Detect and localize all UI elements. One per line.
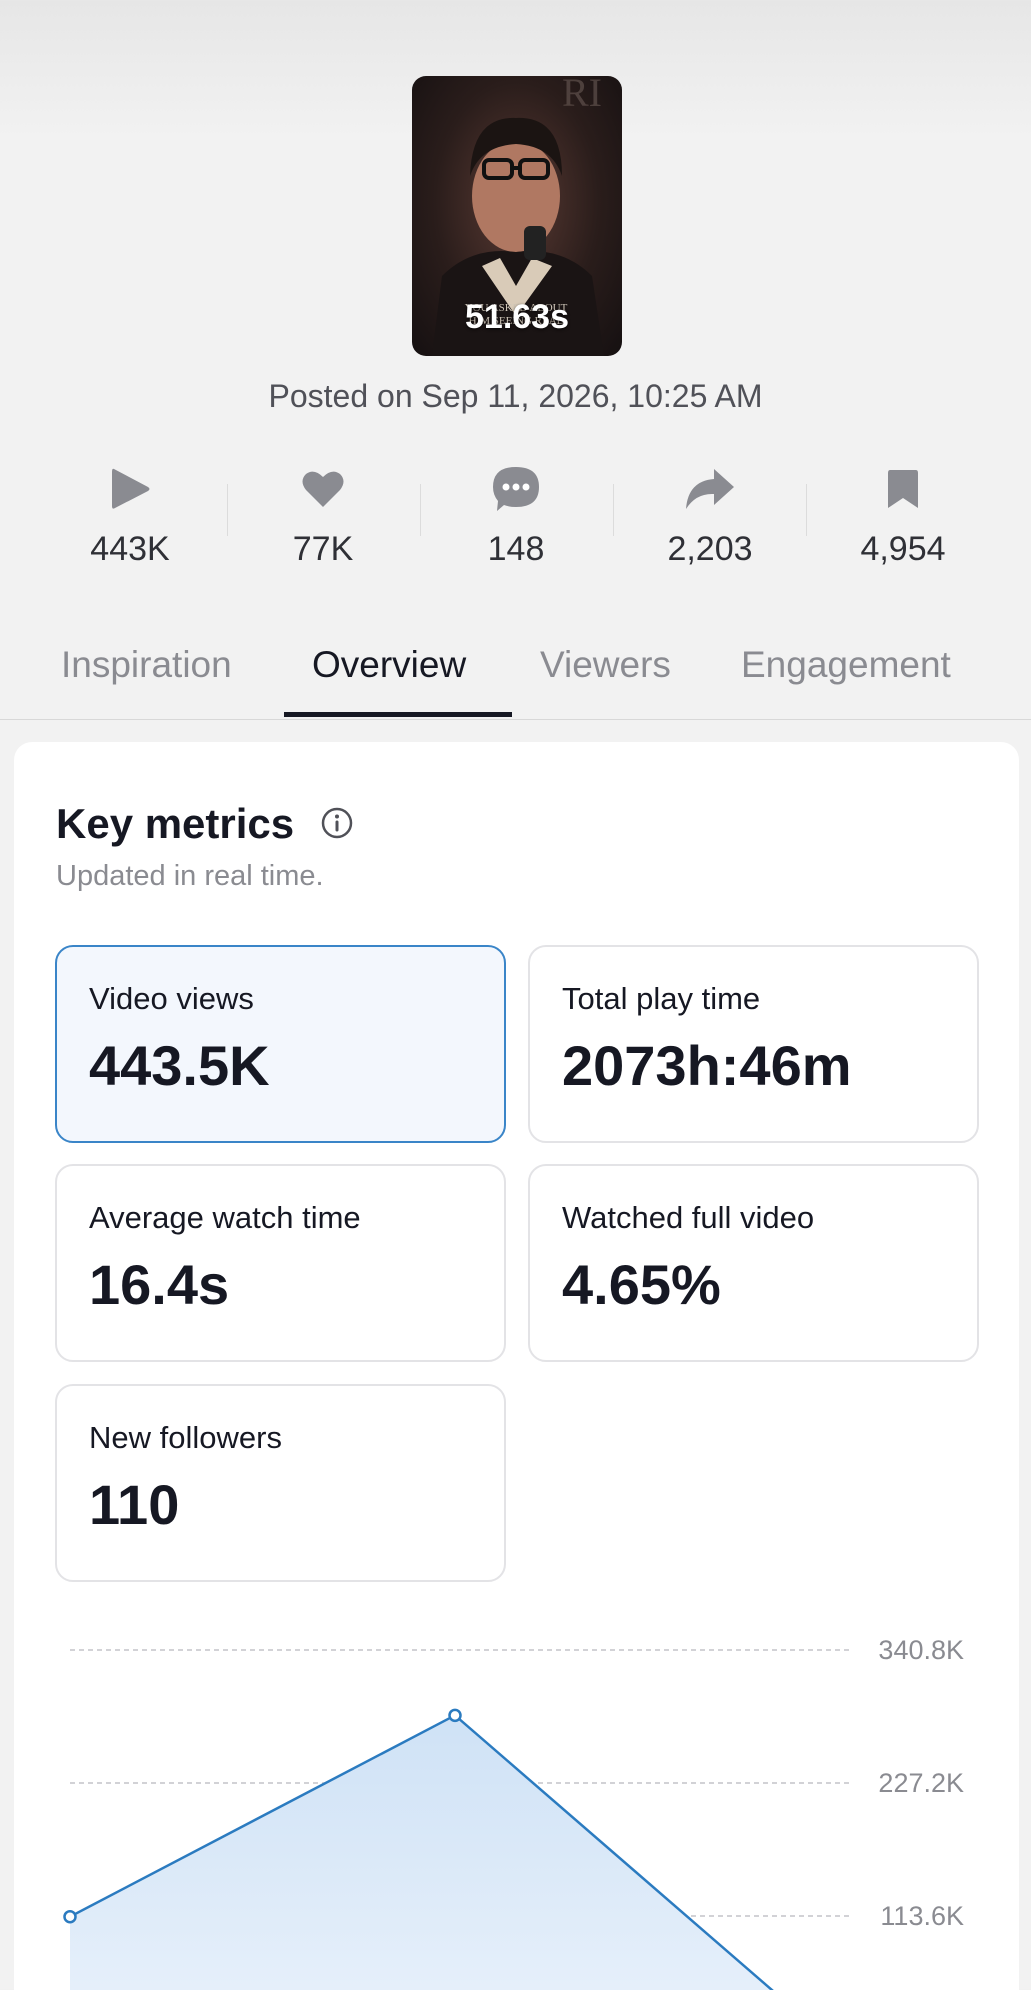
metric-value: 110 xyxy=(89,1473,180,1536)
tab-overview[interactable]: Overview xyxy=(312,644,466,686)
metric-label: New followers xyxy=(89,1420,282,1455)
y-tick-label: 340.8K xyxy=(878,1635,964,1665)
likes-count: 77K xyxy=(292,530,354,568)
heart-icon xyxy=(226,456,420,522)
metric-label: Watched full video xyxy=(562,1200,815,1235)
section-title: Key metrics xyxy=(56,800,295,847)
comments-count: 148 xyxy=(487,530,545,568)
divider xyxy=(0,719,1031,720)
tab-viewers[interactable]: Viewers xyxy=(540,644,671,686)
metric-value: 443.5K xyxy=(89,1034,270,1097)
stat-views: 443K xyxy=(33,456,227,569)
shares-count: 2,203 xyxy=(667,530,753,568)
saves-count: 4,954 xyxy=(860,530,946,568)
tab-engagement[interactable]: Engagement xyxy=(741,644,951,686)
data-point[interactable] xyxy=(448,1708,462,1723)
svg-text:RI: RI xyxy=(562,76,602,115)
stat-shares: 2,203 xyxy=(613,456,807,569)
views-chart: 340.8K 227.2K 113.6K xyxy=(0,1620,1031,1990)
metric-label: Total play time xyxy=(562,981,761,1016)
comment-icon xyxy=(419,456,613,522)
metric-card-average-watch-time[interactable]: Average watch time 16.4s xyxy=(55,1164,506,1362)
metric-value: 2073h:46m xyxy=(562,1034,852,1097)
stat-likes: 77K xyxy=(226,456,420,569)
share-icon xyxy=(613,456,807,522)
chart-canvas: 340.8K 227.2K 113.6K xyxy=(63,1635,964,1990)
play-icon xyxy=(33,456,227,522)
metric-value: 16.4s xyxy=(89,1253,230,1316)
metric-value: 4.65% xyxy=(562,1253,721,1316)
posted-date: Posted on Sep 11, 2026, 10:25 AM xyxy=(268,378,763,414)
metric-card-total-play-time[interactable]: Total play time 2073h:46m xyxy=(528,945,979,1143)
y-tick-label: 227.2K xyxy=(878,1768,964,1798)
stat-saves: 4,954 xyxy=(806,456,1000,569)
active-tab-indicator xyxy=(284,712,512,717)
stats-row: 443K 77K 148 2,203 4,954 xyxy=(0,456,1031,586)
section-subtitle: Updated in real time. xyxy=(56,860,324,892)
bookmark-icon xyxy=(806,456,1000,522)
data-point[interactable] xyxy=(63,1909,77,1924)
metric-label: Average watch time xyxy=(89,1200,361,1235)
video-duration: 51.63s xyxy=(465,298,569,336)
info-icon[interactable] xyxy=(320,806,354,845)
metric-card-watched-full-video[interactable]: Watched full video 4.65% xyxy=(528,1164,979,1362)
tab-bar: Inspiration Overview Viewers Engagement xyxy=(0,630,1031,720)
stat-comments: 148 xyxy=(419,456,613,569)
views-count: 443K xyxy=(90,530,170,568)
y-tick-label: 113.6K xyxy=(880,1901,964,1931)
video-thumbnail[interactable]: RI YOU ASKED ABOUT HIM SEEING REAL 51.63… xyxy=(412,76,622,356)
metric-card-new-followers[interactable]: New followers 110 xyxy=(55,1384,506,1582)
metric-card-video-views[interactable]: Video views 443.5K xyxy=(55,945,506,1143)
metric-label: Video views xyxy=(89,981,254,1016)
tab-inspiration[interactable]: Inspiration xyxy=(61,644,232,686)
